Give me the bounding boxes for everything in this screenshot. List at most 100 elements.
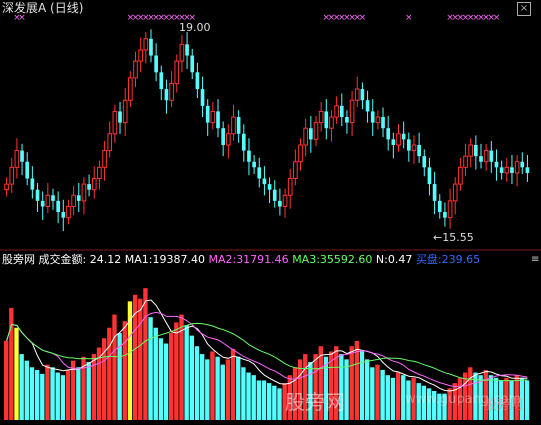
volume-bar	[148, 317, 153, 420]
candle-body	[262, 178, 267, 185]
volume-bar	[210, 351, 215, 420]
candle-body	[4, 183, 9, 191]
volume-bar	[390, 377, 396, 420]
candle-body	[468, 144, 474, 157]
candle-body	[241, 133, 246, 151]
volume-bar	[4, 340, 9, 420]
candle-body	[329, 116, 334, 129]
volume-bar	[272, 385, 277, 420]
candle-body	[309, 128, 313, 140]
candle-body	[252, 161, 256, 168]
candle-body	[159, 72, 164, 90]
ma1-value: 19387.40	[152, 253, 205, 266]
candle-body	[452, 183, 458, 202]
candle-body	[318, 110, 324, 124]
candle-body	[149, 38, 153, 56]
candle-body	[91, 178, 97, 191]
candle-body	[210, 110, 216, 124]
signal-marker: ×	[359, 13, 367, 23]
candle-body	[51, 195, 55, 201]
volume-bar	[107, 327, 112, 420]
ma2-value: 31791.46	[236, 253, 289, 266]
candle-body	[520, 161, 525, 168]
candle-body	[205, 105, 210, 123]
candle-body	[427, 167, 432, 185]
volume-bar	[364, 359, 370, 420]
candle-body	[112, 110, 118, 135]
watermark-logo-text: 股旁网	[484, 398, 524, 413]
candle-body	[463, 155, 468, 168]
volume-bar	[60, 375, 66, 420]
volume-bar	[158, 338, 164, 420]
candle-body	[30, 178, 35, 190]
candle-body	[45, 194, 51, 207]
indicator-name2: 成交金额:	[38, 253, 87, 266]
candle-body	[122, 99, 128, 124]
volume-bar	[344, 359, 349, 420]
candle-body	[66, 205, 71, 219]
candle-body	[76, 195, 81, 201]
candle-body	[510, 167, 514, 173]
candle-body	[278, 200, 282, 207]
candle-body	[349, 99, 355, 124]
candle-body	[287, 178, 293, 196]
candle-body	[334, 105, 339, 118]
ma2-label: MA2:	[208, 253, 237, 266]
candle-body	[25, 161, 30, 179]
indicator-bar: 股旁网 成交金额: 24.12 MA1:19387.40 MA2:31791.4…	[2, 253, 480, 267]
volume-bar	[14, 327, 19, 420]
volume-bar	[370, 367, 375, 420]
candle-body	[143, 38, 149, 51]
candle-body	[221, 128, 225, 145]
volume-bar	[380, 369, 385, 420]
volume-bar	[122, 321, 127, 420]
volume-bar	[112, 314, 117, 420]
chart-canvas[interactable]: ×× ××××××××××××× ×××××××× × ××××××××××	[0, 0, 541, 425]
volume-bar	[375, 364, 380, 420]
candle-body	[225, 133, 231, 146]
candle-body	[174, 60, 180, 84]
candle-body	[61, 212, 66, 218]
scroll-indicator-icon[interactable]: ≡	[531, 254, 539, 265]
candle-body	[87, 184, 91, 190]
high-price-label: 19.00	[179, 21, 211, 34]
volume-bar	[225, 359, 231, 420]
candle-body	[257, 167, 262, 179]
candle-body	[443, 212, 447, 218]
volume-bar	[261, 380, 267, 420]
volume-bar	[194, 346, 200, 420]
candle-body	[494, 161, 499, 168]
candle-body	[169, 82, 174, 101]
volume-bar	[29, 367, 35, 420]
candle-body	[365, 100, 370, 112]
candle-body	[138, 49, 143, 62]
candle-body	[298, 144, 303, 163]
close-icon[interactable]: ×	[517, 2, 531, 16]
buy-value: 239.65	[441, 253, 481, 266]
candle-body	[195, 72, 200, 90]
volume-bar	[220, 364, 225, 420]
volume-bar	[127, 301, 133, 420]
candle-body	[200, 89, 205, 106]
candle-body	[339, 105, 344, 118]
candle-body	[437, 200, 442, 213]
volume-bar	[45, 364, 50, 420]
watermark-text: 股旁网	[285, 390, 345, 414]
candle-body	[324, 111, 329, 129]
candle-body	[164, 89, 169, 101]
volume-bar	[241, 367, 246, 420]
volume-bar	[236, 356, 241, 420]
candle-body	[56, 200, 60, 213]
volume-bar	[138, 298, 143, 420]
candle-body	[514, 161, 520, 174]
ma3-value: 35592.60	[319, 253, 373, 266]
candle-body	[185, 44, 189, 56]
volume-bar	[55, 372, 60, 420]
candle-body	[282, 194, 288, 207]
candle-body	[40, 200, 45, 207]
candle-body	[354, 88, 360, 101]
candle-body	[474, 144, 478, 157]
signal-marker: ×	[405, 13, 413, 23]
candle-body	[216, 111, 220, 129]
volume-bar	[169, 333, 174, 420]
